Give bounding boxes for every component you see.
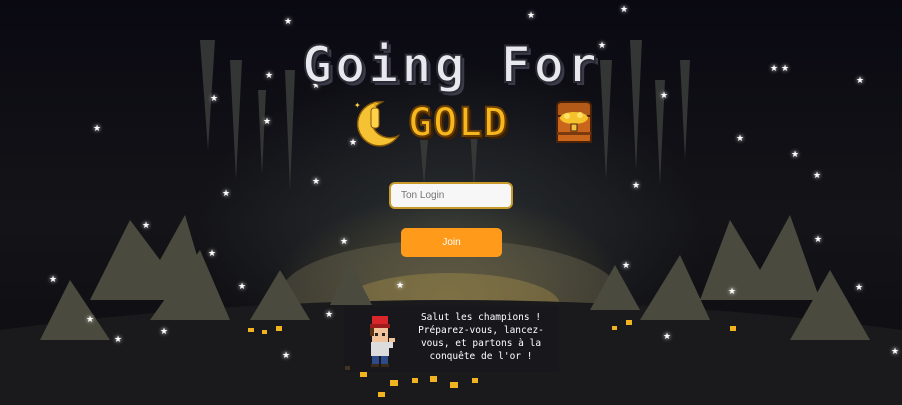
star-icon: ★: [263, 117, 272, 127]
welcome-line: conquête de l'or !: [429, 351, 533, 362]
moon-icon: ✦: [354, 101, 401, 147]
star-icon: ★: [663, 332, 672, 342]
star-icon: ★: [160, 327, 169, 337]
treasure-chest-icon: [556, 101, 592, 143]
star-icon: ★: [325, 310, 334, 320]
welcome-message-box: Salut les champions ! Préparez-vous, lan…: [344, 306, 559, 372]
star-icon: ★: [340, 237, 349, 247]
miner-avatar-icon: [370, 316, 395, 367]
star-icon: ★: [527, 11, 536, 21]
star-icon: ★: [620, 5, 629, 15]
star-icon: ★: [93, 124, 102, 134]
welcome-line: Préparez-vous, lancez-: [418, 325, 544, 336]
game-title-line1: Going For: [301, 35, 600, 95]
star-icon: ★: [49, 275, 58, 285]
star-icon: ★: [622, 261, 631, 271]
welcome-line: Salut les champions !: [420, 312, 542, 323]
star-icon: ★: [396, 281, 405, 291]
welcome-line: vous, et partons à la: [420, 338, 542, 349]
star-icon: ★: [208, 249, 217, 259]
star-icon: ★: [312, 177, 321, 187]
join-button[interactable]: Join: [401, 228, 502, 257]
star-icon: ★: [86, 315, 95, 325]
login-input[interactable]: [389, 182, 513, 209]
star-icon: ★: [632, 181, 641, 191]
star-icon: ★: [791, 150, 800, 160]
star-icon: ★: [238, 282, 247, 292]
star-icon: ★: [284, 17, 293, 27]
star-icon: ★: [728, 287, 737, 297]
star-icon: ★: [282, 351, 291, 361]
star-icon: ★: [114, 335, 123, 345]
game-scene: ★ ★ ★ ★ ★ ★ ★ ★ ★ ★ ★ ★ ★ ★ ★ ★ ★ ★ ★ ★ …: [0, 0, 902, 405]
game-title-line2: GOLD: [407, 99, 509, 147]
star-icon: ★: [814, 235, 823, 245]
welcome-message-text: Salut les champions ! Préparez-vous, lan…: [406, 311, 556, 363]
star-icon: ★: [855, 283, 864, 293]
game-title-line2-row: ✦ GOLD: [340, 98, 610, 150]
star-icon: ★: [222, 189, 231, 199]
star-icon: ★: [891, 347, 900, 357]
star-icon: ★: [210, 94, 219, 104]
star-icon: ★: [142, 221, 151, 231]
star-icon: ★: [736, 134, 745, 144]
star-icon: ★: [813, 171, 822, 181]
svg-text:✦: ✦: [354, 101, 361, 110]
